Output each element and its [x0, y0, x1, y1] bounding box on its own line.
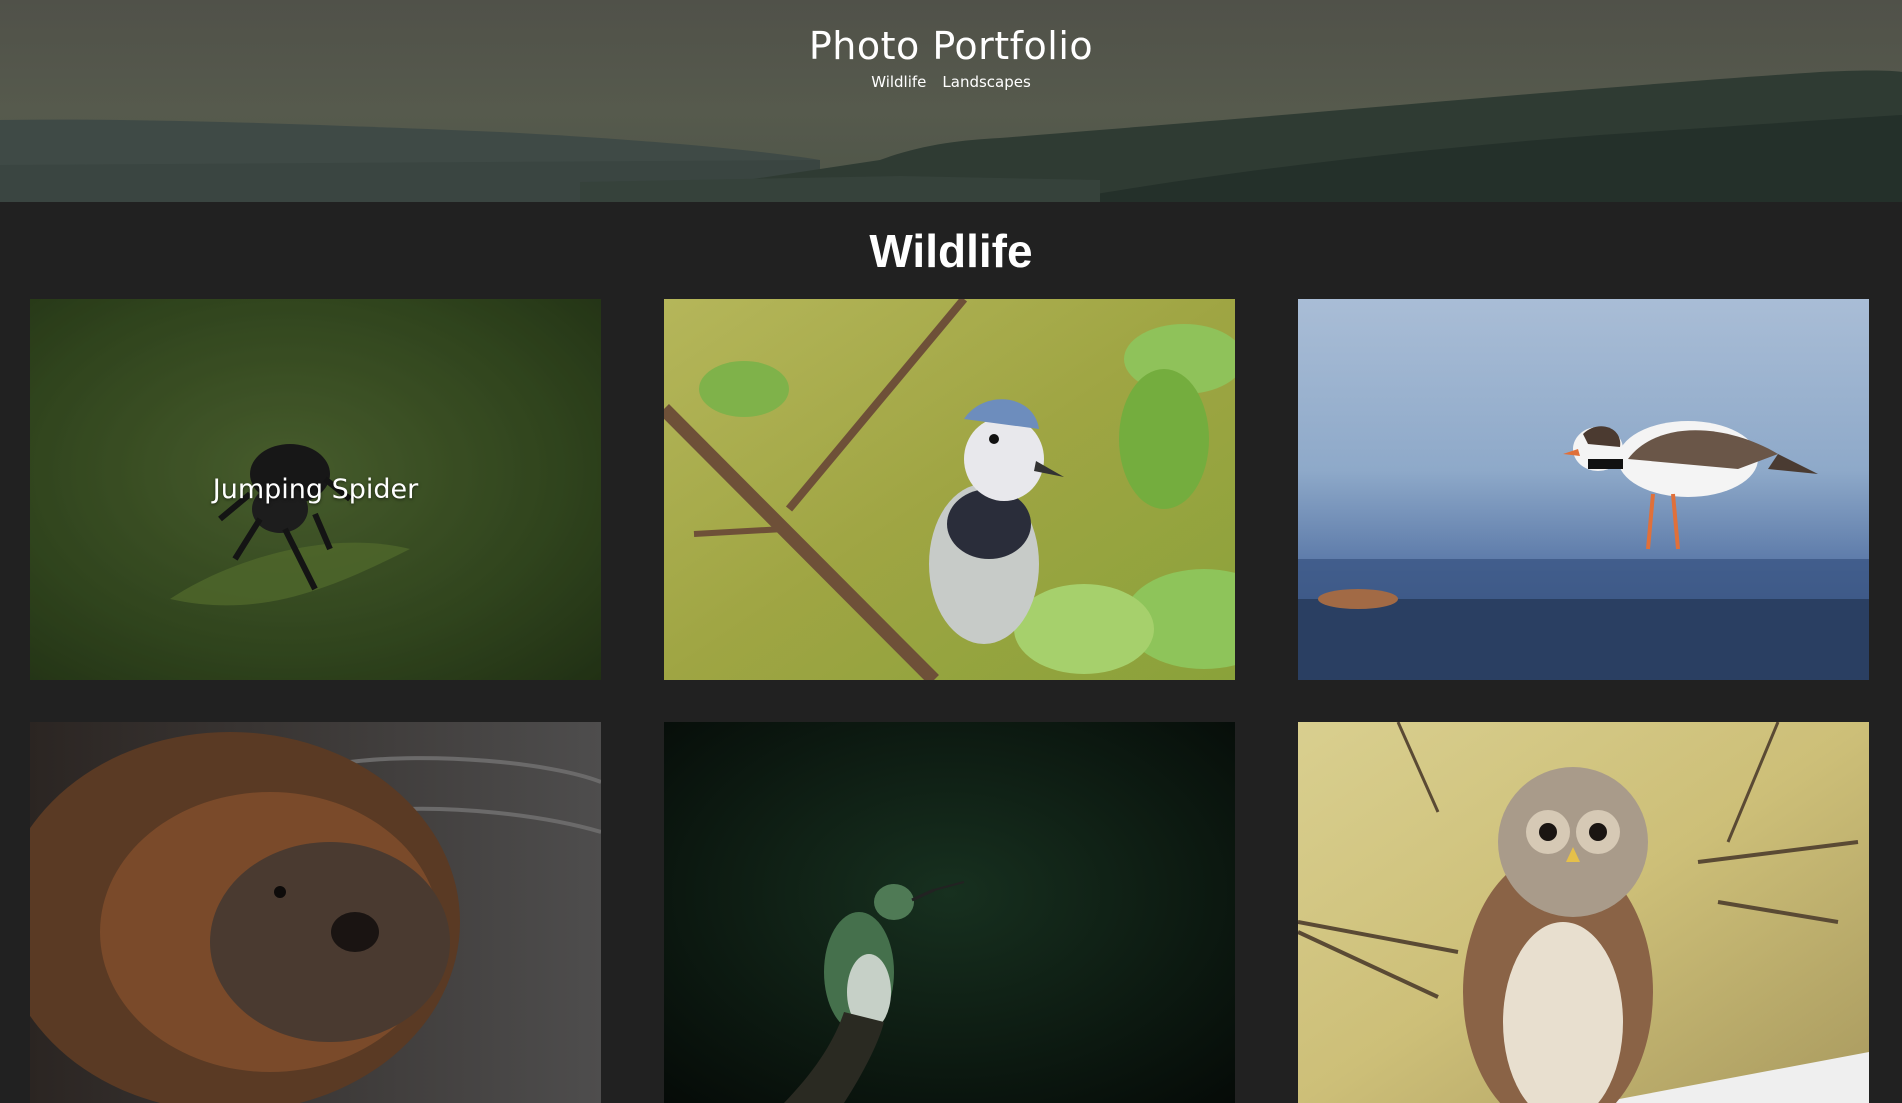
tile-caption: Jumping Spider [212, 474, 419, 505]
nav-link-landscapes[interactable]: Landscapes [942, 73, 1030, 91]
hero-banner: Photo Portfolio Wildlife Landscapes [0, 0, 1902, 202]
gallery-tile[interactable] [30, 722, 601, 1103]
section-title: Wildlife [869, 225, 1033, 277]
main-nav: Wildlife Landscapes [0, 73, 1902, 91]
gallery-tile[interactable] [664, 299, 1235, 680]
gallery-tile[interactable] [1298, 299, 1869, 680]
photo-gallery: Jumping Spider [30, 299, 1869, 1103]
gallery-tile[interactable] [1298, 722, 1869, 1103]
gallery-tile[interactable] [664, 722, 1235, 1103]
nav-link-wildlife[interactable]: Wildlife [871, 73, 926, 91]
site-title: Photo Portfolio [808, 24, 1094, 68]
gallery-tile[interactable]: Jumping Spider [30, 299, 601, 680]
